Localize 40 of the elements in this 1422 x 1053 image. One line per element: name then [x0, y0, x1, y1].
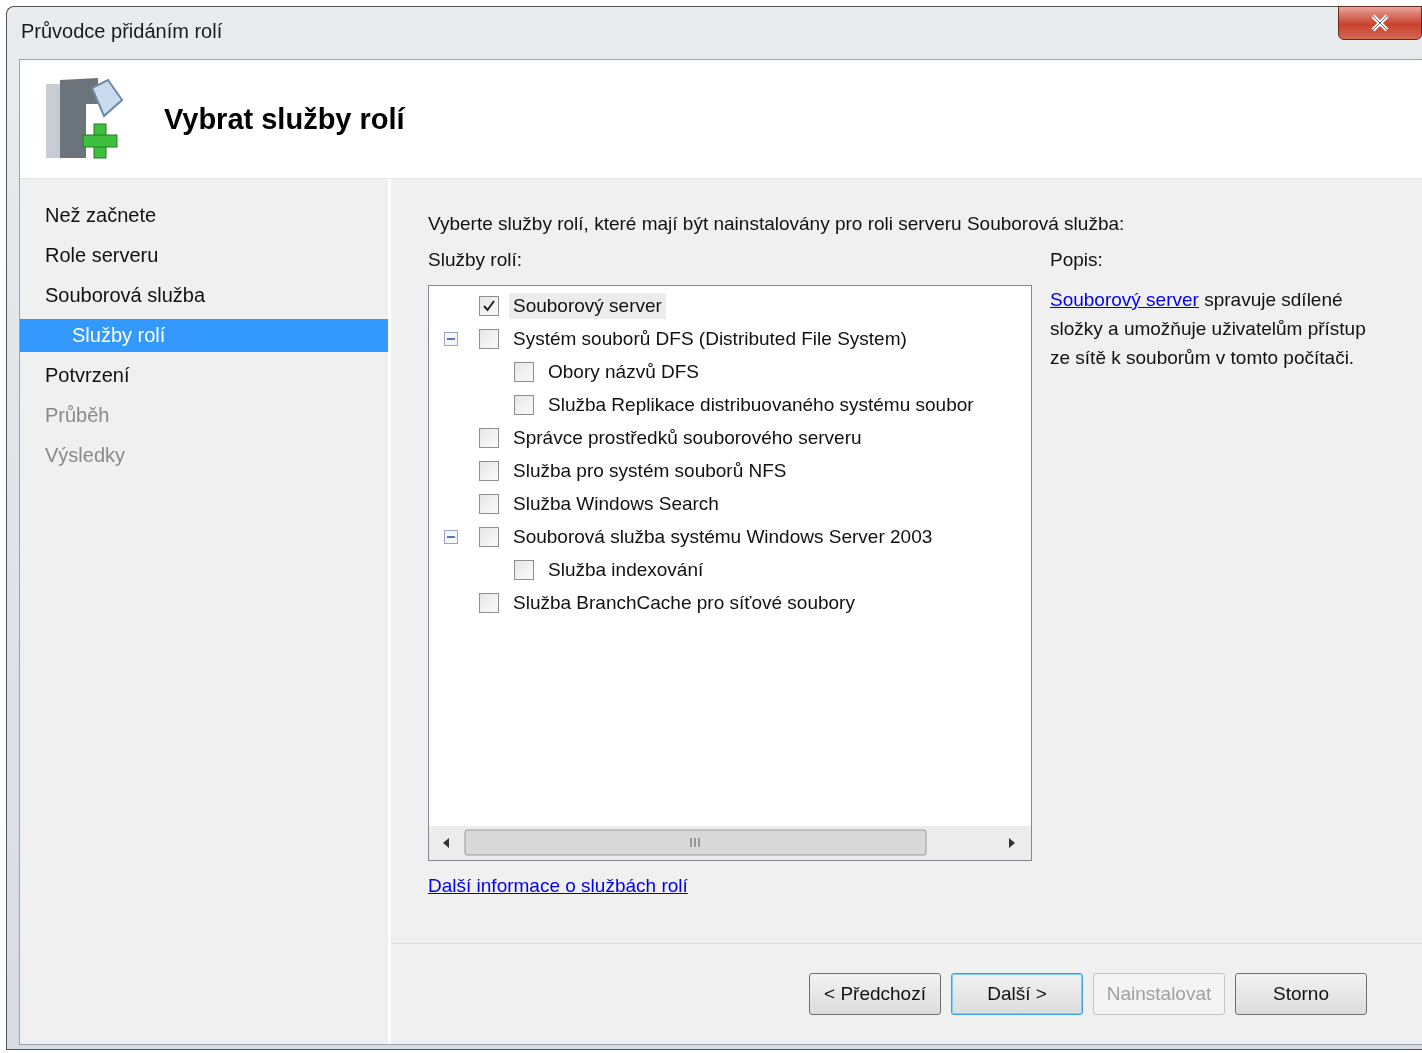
checkbox[interactable] — [479, 592, 499, 613]
tree-item[interactable]: Služba indexování — [544, 556, 708, 583]
checkbox[interactable] — [479, 460, 499, 481]
service-link[interactable]: Souborový server — [1050, 289, 1199, 310]
step-item[interactable]: Potvrzení — [20, 359, 388, 392]
checkbox[interactable] — [479, 526, 499, 547]
tree-item[interactable]: Systém souborů DFS (Distributed File System) — [509, 325, 911, 352]
tree-item[interactable]: Obory názvů DFS — [544, 358, 703, 385]
step-item[interactable]: Role serveru — [20, 239, 388, 272]
more-info-link[interactable]: Další informace o službách rolí — [428, 875, 1032, 897]
wizard-button[interactable]: Další > — [951, 973, 1083, 1015]
collapse-icon[interactable] — [443, 330, 459, 347]
checkbox[interactable] — [479, 328, 499, 349]
instruction-text: Vyberte služby rolí, které mají být nainstalovány pro roli serveru Souborová služba: — [428, 213, 1126, 235]
tree-item[interactable]: Služba pro systém souborů NFS — [509, 457, 791, 484]
checkbox[interactable] — [479, 427, 499, 448]
tree-item[interactable]: Souborový server — [509, 292, 666, 319]
checkbox[interactable] — [514, 361, 534, 382]
checkbox[interactable] — [479, 295, 499, 316]
page-title: Vybrat služby rolí — [164, 102, 405, 136]
close-button[interactable] — [1338, 6, 1422, 40]
description-label: Popis: — [1050, 249, 1104, 271]
tree-item[interactable]: Služba BranchCache pro síťové soubory — [509, 589, 859, 616]
checkbox[interactable] — [479, 493, 499, 514]
tree-item[interactable]: Služba Windows Search — [509, 490, 723, 517]
tree-item[interactable]: Souborová služba systému Windows Server 2003 — [509, 523, 937, 550]
window-title: Průvodce přidáním rolí — [21, 20, 223, 43]
description-text: Souborový server spravuje sdílené složky a umožňuje uživatelům přístup ze sítě k souborům v tomto počítači. — [1050, 288, 1367, 370]
tree-item[interactable]: Služba Replikace distribuovaného systému soubor — [544, 391, 978, 418]
step-item[interactable]: Než začnete — [20, 199, 388, 232]
services-label: Služby rolí: — [428, 249, 523, 271]
horizontal-scrollbar[interactable] — [429, 826, 1031, 860]
tree-item[interactable]: Správce prostředků souborového serveru — [509, 424, 866, 451]
close-icon — [1370, 14, 1390, 32]
checkbox[interactable] — [514, 559, 534, 580]
checkbox[interactable] — [514, 394, 534, 415]
collapse-icon[interactable] — [443, 528, 459, 545]
step-item[interactable]: Souborová služba — [20, 279, 388, 312]
wizard-button[interactable]: Storno — [1235, 973, 1367, 1015]
wizard-button[interactable]: < Předchozí — [809, 973, 941, 1015]
